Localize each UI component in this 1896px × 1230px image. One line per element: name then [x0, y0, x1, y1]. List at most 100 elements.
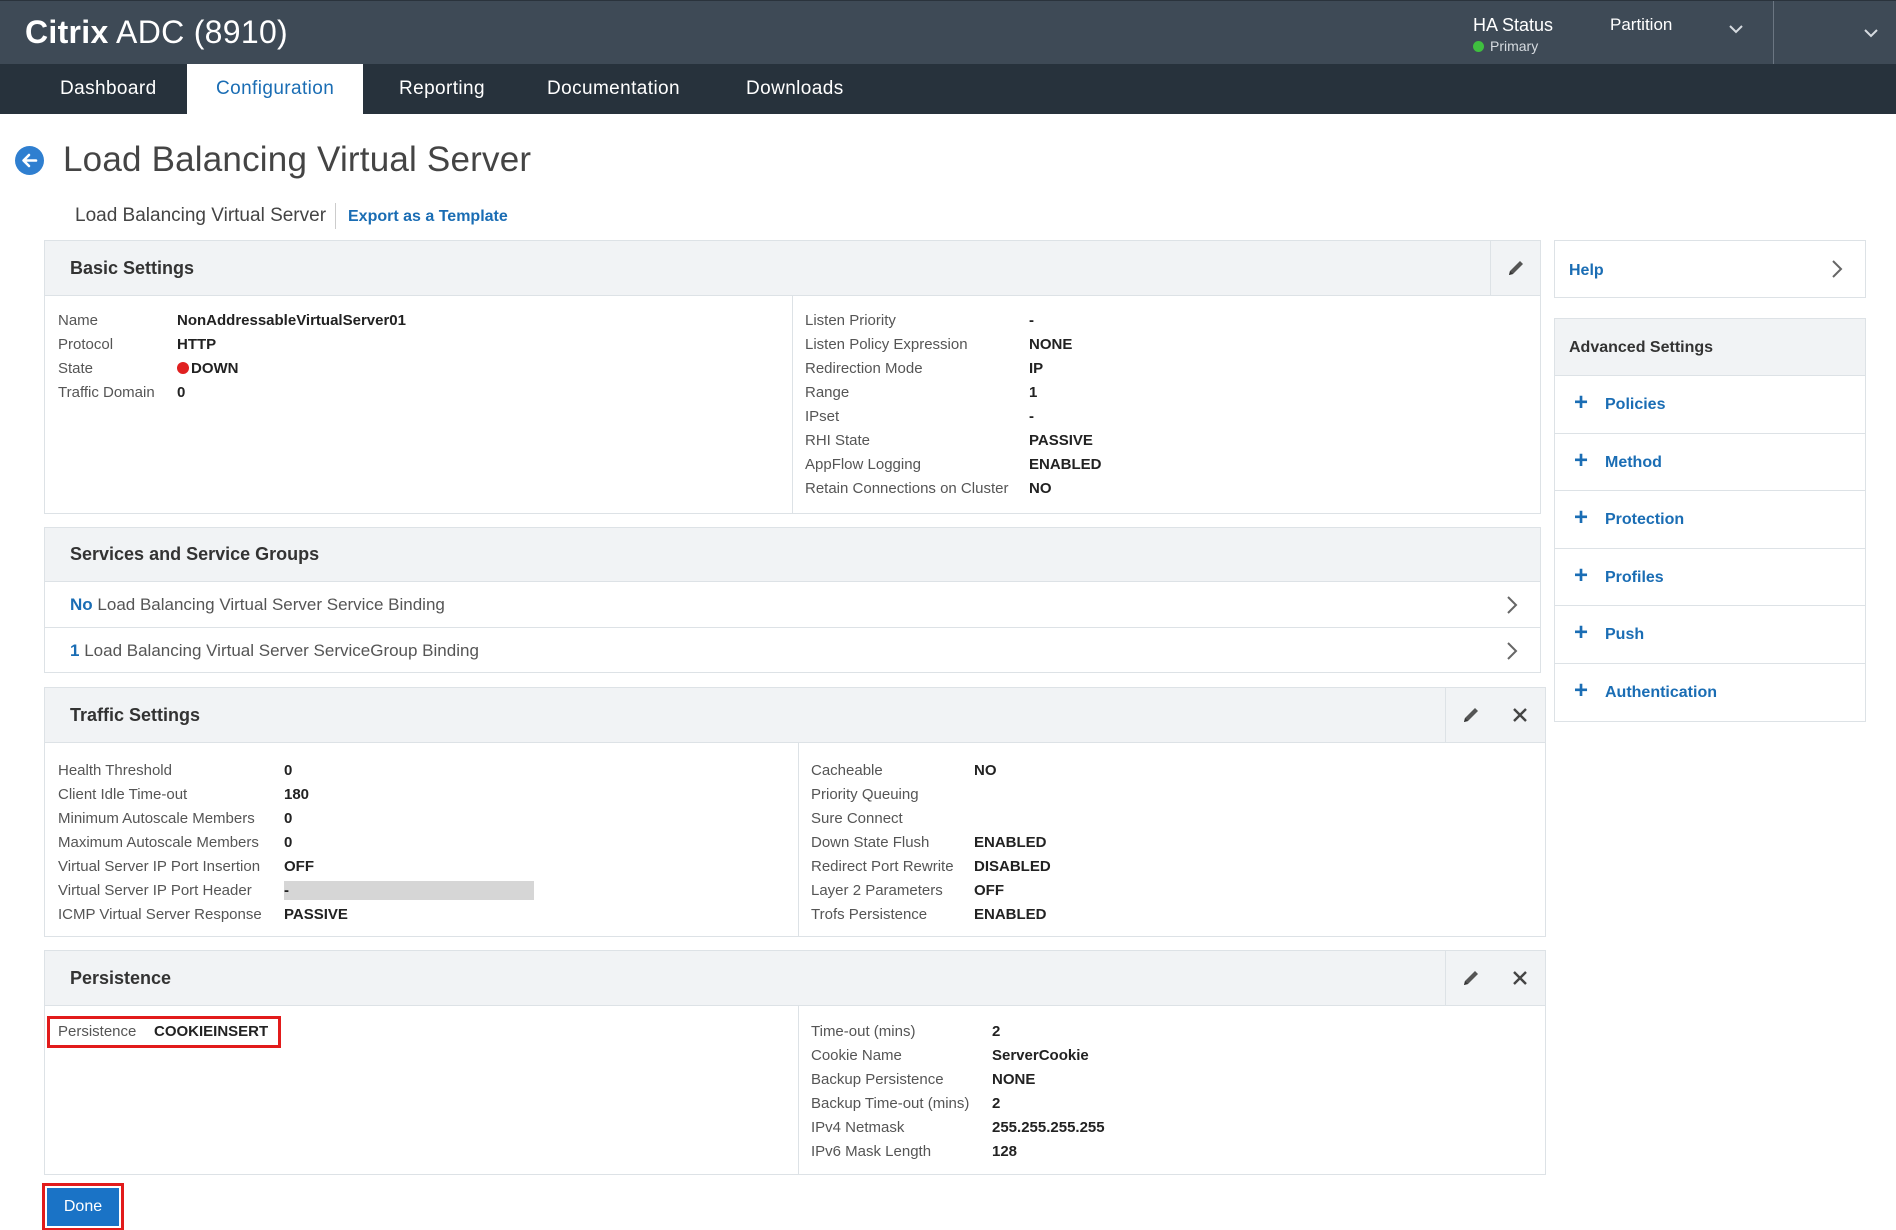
brand-logo: Citrix ADC (8910)	[25, 14, 288, 51]
field-value: 0	[284, 810, 293, 827]
field-value: 0	[284, 834, 293, 851]
field-value: ENABLED	[1029, 456, 1102, 473]
field-value: -	[1029, 408, 1034, 425]
export-template-link[interactable]: Export as a Template	[348, 208, 508, 226]
tab-dashboard[interactable]: Dashboard	[31, 64, 186, 114]
advanced-item-push[interactable]: + Push	[1555, 606, 1865, 664]
field-label: Redirect Port Rewrite	[811, 858, 954, 875]
tab-downloads[interactable]: Downloads	[717, 64, 873, 114]
basic-settings-panel: Basic Settings Name NonAddressableVirtual…	[44, 240, 1541, 514]
field-label: Protocol	[58, 336, 114, 353]
advanced-item-profiles[interactable]: + Profiles	[1555, 549, 1865, 606]
traffic-settings-title: Traffic Settings	[70, 705, 201, 725]
binding-count: 1	[70, 641, 80, 660]
advanced-item-label: Policies	[1605, 396, 1666, 413]
advanced-item-label: Authentication	[1605, 683, 1717, 701]
field-label: Retain Connections on Cluster	[805, 480, 1009, 497]
plus-icon: +	[1574, 389, 1589, 416]
field-label: State	[58, 360, 94, 377]
field-label: Layer 2 Parameters	[811, 882, 943, 899]
advanced-settings-header: Advanced Settings	[1555, 319, 1865, 376]
basic-settings-title: Basic Settings	[70, 258, 195, 278]
close-icon[interactable]	[1495, 951, 1545, 1005]
partition-label[interactable]: Partition	[1610, 15, 1672, 35]
field-value: PASSIVE	[284, 906, 348, 923]
advanced-item-policies[interactable]: + Policies	[1555, 376, 1865, 434]
plus-icon: +	[1574, 446, 1589, 474]
header-divider	[1773, 1, 1774, 65]
field-value: NonAddressableVirtualServer01	[177, 312, 406, 329]
field-value: PASSIVE	[1029, 432, 1093, 449]
ha-status-ok-icon	[1473, 40, 1484, 52]
ha-status[interactable]: HA Status Primary	[1473, 15, 1553, 54]
advanced-item-label: Profiles	[1605, 568, 1664, 586]
field-label: Backup Persistence	[811, 1071, 944, 1088]
column-divider	[798, 1006, 799, 1175]
help-label: Help	[1569, 262, 1604, 279]
page-title: Load Balancing Virtual Server	[63, 140, 532, 179]
field-label: Range	[805, 384, 850, 401]
tab-documentation[interactable]: Documentation	[518, 64, 709, 114]
field-label: Name	[58, 312, 99, 329]
field-label: Virtual Server IP Port Header	[58, 882, 252, 899]
help-panel[interactable]: Help	[1554, 240, 1866, 298]
servicegroup-binding-row[interactable]: 1 Load Balancing Virtual Server ServiceG…	[45, 627, 1540, 673]
field-value: ENABLED	[974, 834, 1047, 851]
field-value: 0	[177, 384, 186, 401]
advanced-item-method[interactable]: + Method	[1555, 434, 1865, 491]
field-value: OFF	[974, 882, 1004, 899]
field-value: NONE	[1029, 336, 1073, 353]
done-button[interactable]: Done	[47, 1188, 119, 1226]
field-value: 1	[1029, 384, 1038, 401]
back-arrow-icon[interactable]	[15, 146, 44, 175]
partition-chevron-down-icon[interactable]	[1728, 21, 1744, 39]
advanced-item-authentication[interactable]: + Authentication	[1555, 664, 1865, 722]
field-label: Maximum Autoscale Members	[58, 834, 259, 851]
breadcrumb-divider	[335, 203, 336, 229]
field-label: Cookie Name	[811, 1047, 902, 1064]
edit-pencil-icon[interactable]	[1445, 688, 1495, 742]
field-label: IPv4 Netmask	[811, 1119, 905, 1136]
field-value: 255.255.255.255	[992, 1119, 1105, 1136]
breadcrumb: Load Balancing Virtual Server	[75, 205, 327, 226]
field-label: Listen Policy Expression	[805, 336, 968, 353]
ha-status-label: HA Status	[1473, 15, 1554, 35]
tab-reporting[interactable]: Reporting	[370, 64, 514, 114]
field-value: DISABLED	[974, 858, 1051, 875]
advanced-item-protection[interactable]: + Protection	[1555, 491, 1865, 549]
field-label: Listen Priority	[805, 312, 896, 329]
services-header: Services and Service Groups	[45, 528, 1540, 581]
persistence-title: Persistence	[70, 968, 172, 988]
field-value: -	[284, 882, 289, 899]
field-value: 2	[992, 1023, 1001, 1040]
close-icon[interactable]	[1495, 688, 1545, 742]
services-panel: Services and Service Groups No Load Bala…	[44, 527, 1541, 673]
field-label: ICMP Virtual Server Response	[58, 906, 262, 923]
edit-pencil-icon[interactable]	[1490, 241, 1540, 295]
binding-count: No	[70, 595, 93, 614]
advanced-settings-panel: Advanced Settings + Policies + Method + …	[1554, 318, 1866, 722]
binding-label: Load Balancing Virtual Server Service Bi…	[97, 595, 445, 614]
tab-configuration[interactable]: Configuration	[187, 64, 364, 114]
edit-pencil-icon[interactable]	[1445, 951, 1495, 1005]
field-label: RHI State	[805, 432, 871, 449]
field-label: Traffic Domain	[58, 384, 155, 401]
plus-icon: +	[1574, 619, 1589, 646]
ha-status-value-row: Primary	[1473, 38, 1553, 54]
field-label: Client Idle Time-out	[58, 786, 188, 803]
main-nav: Dashboard Configuration Reporting Docume…	[0, 64, 1896, 114]
field-label: Backup Time-out (mins)	[811, 1095, 970, 1112]
user-menu-chevron-down-icon[interactable]	[1863, 25, 1879, 43]
state-value: DOWN	[177, 360, 239, 377]
persistence-highlight-box	[47, 1016, 281, 1048]
chevron-right-icon	[1831, 259, 1843, 284]
plus-icon: +	[1574, 561, 1589, 589]
field-value: NO	[974, 762, 997, 779]
binding-label: Load Balancing Virtual Server ServiceGro…	[84, 641, 479, 660]
service-binding-row[interactable]: No Load Balancing Virtual Server Service…	[45, 581, 1540, 627]
field-value: NONE	[992, 1071, 1036, 1088]
field-label: Down State Flush	[811, 834, 930, 851]
column-divider	[798, 743, 799, 937]
ha-status-value: Primary	[1490, 38, 1539, 54]
field-label: Health Threshold	[58, 762, 172, 779]
